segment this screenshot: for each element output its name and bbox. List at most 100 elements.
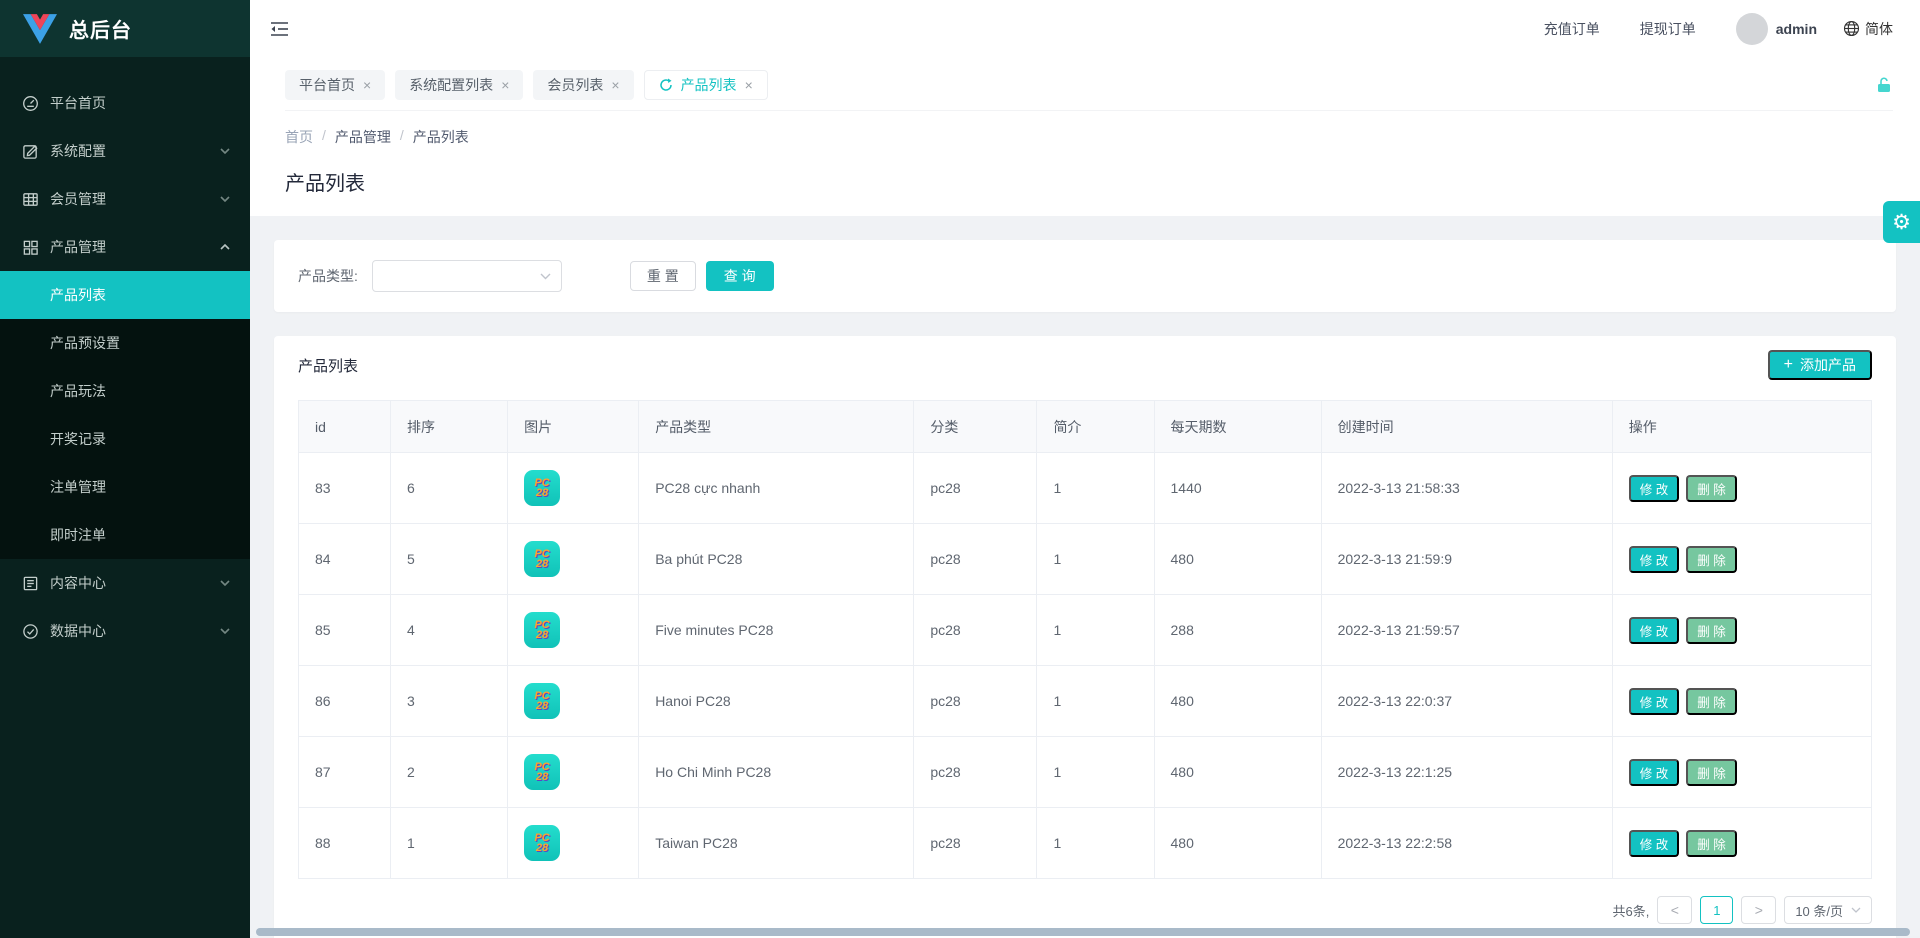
cell-image: PC28 <box>508 453 639 524</box>
tab-platform-home[interactable]: 平台首页 × <box>285 70 385 100</box>
sidebar-item-content-center[interactable]: 内容中心 <box>0 559 250 607</box>
page-size-select[interactable]: 10 条/页 <box>1784 896 1872 924</box>
edit-button[interactable]: 修 改 <box>1629 475 1679 502</box>
product-type-select[interactable] <box>372 260 562 292</box>
topbar: 充值订单 提现订单 admin 简体 <box>250 0 1920 57</box>
cell-actions: 修 改删 除 <box>1612 808 1871 879</box>
page-title: 产品列表 <box>285 167 1893 196</box>
next-page-button[interactable]: > <box>1741 896 1776 924</box>
grid-icon <box>22 239 39 256</box>
col-header-type: 产品类型 <box>639 401 914 453</box>
table-card-title: 产品列表 <box>298 355 358 376</box>
user-menu[interactable]: admin <box>1736 13 1817 45</box>
cell-periods: 480 <box>1154 737 1321 808</box>
cell-intro: 1 <box>1037 524 1154 595</box>
product-table: id 排序 图片 产品类型 分类 简介 每天期数 创建时间 操作 <box>298 400 1872 879</box>
col-header-id: id <box>299 401 391 453</box>
cell-image: PC28 <box>508 737 639 808</box>
sidebar-item-label: 产品玩法 <box>50 381 106 401</box>
cell-image: PC28 <box>508 595 639 666</box>
chevron-down-icon <box>220 628 230 634</box>
cell-created: 2022-3-13 21:58:33 <box>1321 453 1612 524</box>
delete-button[interactable]: 删 除 <box>1686 830 1736 857</box>
horizontal-scrollbar[interactable] <box>256 928 1910 936</box>
page-size-label: 10 条/页 <box>1795 901 1843 920</box>
edit-button[interactable]: 修 改 <box>1629 688 1679 715</box>
sidebar-item-system-config[interactable]: 系统配置 <box>0 127 250 175</box>
cell-sort: 6 <box>391 453 508 524</box>
sidebar-collapse-icon[interactable] <box>270 21 289 37</box>
cell-intro: 1 <box>1037 666 1154 737</box>
cell-category: pc28 <box>914 453 1037 524</box>
recharge-orders-link[interactable]: 充值订单 <box>1544 19 1600 39</box>
sidebar-item-label: 产品列表 <box>50 285 106 305</box>
product-image: PC28 <box>524 683 560 719</box>
sidebar-item-label: 产品预设置 <box>50 333 120 353</box>
sidebar-item-platform-home[interactable]: 平台首页 <box>0 79 250 127</box>
pagination-total: 共6条, <box>1612 901 1649 920</box>
lock-icon[interactable] <box>1875 76 1893 94</box>
delete-button[interactable]: 删 除 <box>1686 617 1736 644</box>
chevron-down-icon <box>540 273 551 280</box>
cell-sort: 1 <box>391 808 508 879</box>
delete-button[interactable]: 删 除 <box>1686 546 1736 573</box>
edit-button[interactable]: 修 改 <box>1629 830 1679 857</box>
search-button[interactable]: 查 询 <box>706 261 774 291</box>
breadcrumb-section[interactable]: 产品管理 <box>335 127 391 147</box>
page-number-1[interactable]: 1 <box>1700 896 1733 924</box>
table-icon <box>22 191 39 208</box>
cell-sort: 4 <box>391 595 508 666</box>
settings-gear-button[interactable]: ⚙ <box>1883 201 1920 243</box>
sidebar-item-product-management[interactable]: 产品管理 <box>0 223 250 271</box>
reset-button[interactable]: 重 置 <box>630 261 696 291</box>
sidebar-item-label: 即时注单 <box>50 525 106 545</box>
breadcrumb-home[interactable]: 首页 <box>285 127 313 147</box>
withdraw-orders-link[interactable]: 提现订单 <box>1640 19 1696 39</box>
cell-category: pc28 <box>914 666 1037 737</box>
close-icon[interactable]: × <box>611 77 619 93</box>
edit-button[interactable]: 修 改 <box>1629 617 1679 644</box>
sidebar-item-member-management[interactable]: 会员管理 <box>0 175 250 223</box>
plus-icon: + <box>1784 356 1793 374</box>
edit-button[interactable]: 修 改 <box>1629 759 1679 786</box>
sidebar-item-label: 注单管理 <box>50 477 106 497</box>
sidebar-item-product-play[interactable]: 产品玩法 <box>0 367 250 415</box>
cell-actions: 修 改删 除 <box>1612 737 1871 808</box>
product-submenu: 产品列表 产品预设置 产品玩法 开奖记录 注单管理 即时注单 <box>0 271 250 559</box>
sidebar-item-product-preset[interactable]: 产品预设置 <box>0 319 250 367</box>
cell-category: pc28 <box>914 737 1037 808</box>
delete-button[interactable]: 删 除 <box>1686 475 1736 502</box>
breadcrumb-separator: / <box>400 127 404 147</box>
edit-button[interactable]: 修 改 <box>1629 546 1679 573</box>
delete-button[interactable]: 删 除 <box>1686 759 1736 786</box>
language-label: 简体 <box>1865 19 1893 39</box>
tab-system-config-list[interactable]: 系统配置列表 × <box>395 70 523 100</box>
edit-icon <box>22 143 39 160</box>
cell-created: 2022-3-13 21:59:9 <box>1321 524 1612 595</box>
cell-actions: 修 改删 除 <box>1612 524 1871 595</box>
tabbar: 平台首页 × 系统配置列表 × 会员列表 × 产品列表 × <box>285 70 1893 111</box>
sidebar-item-label: 开奖记录 <box>50 429 106 449</box>
col-header-image: 图片 <box>508 401 639 453</box>
delete-button[interactable]: 删 除 <box>1686 688 1736 715</box>
tab-product-list[interactable]: 产品列表 × <box>644 70 768 100</box>
cell-periods: 288 <box>1154 595 1321 666</box>
tab-member-list[interactable]: 会员列表 × <box>533 70 633 100</box>
close-icon[interactable]: × <box>745 77 753 93</box>
product-image: PC28 <box>524 754 560 790</box>
sidebar-item-bet-management[interactable]: 注单管理 <box>0 463 250 511</box>
sidebar-item-instant-bets[interactable]: 即时注单 <box>0 511 250 559</box>
prev-page-button[interactable]: < <box>1657 896 1692 924</box>
cell-type: Five minutes PC28 <box>639 595 914 666</box>
logo[interactable]: 总后台 <box>0 0 250 57</box>
refresh-icon[interactable] <box>659 78 673 92</box>
add-product-button[interactable]: + 添加产品 <box>1768 350 1872 380</box>
close-icon[interactable]: × <box>501 77 509 93</box>
sidebar-menu: 平台首页 系统配置 会员管理 <box>0 57 250 655</box>
language-switcher[interactable]: 简体 <box>1843 19 1893 39</box>
sidebar-item-lottery-records[interactable]: 开奖记录 <box>0 415 250 463</box>
sidebar-item-product-list[interactable]: 产品列表 <box>0 271 250 319</box>
close-icon[interactable]: × <box>363 77 371 93</box>
table-row: 84 5 PC28 Ba phút PC28 pc28 1 480 2022-3… <box>299 524 1872 595</box>
sidebar-item-data-center[interactable]: 数据中心 <box>0 607 250 655</box>
